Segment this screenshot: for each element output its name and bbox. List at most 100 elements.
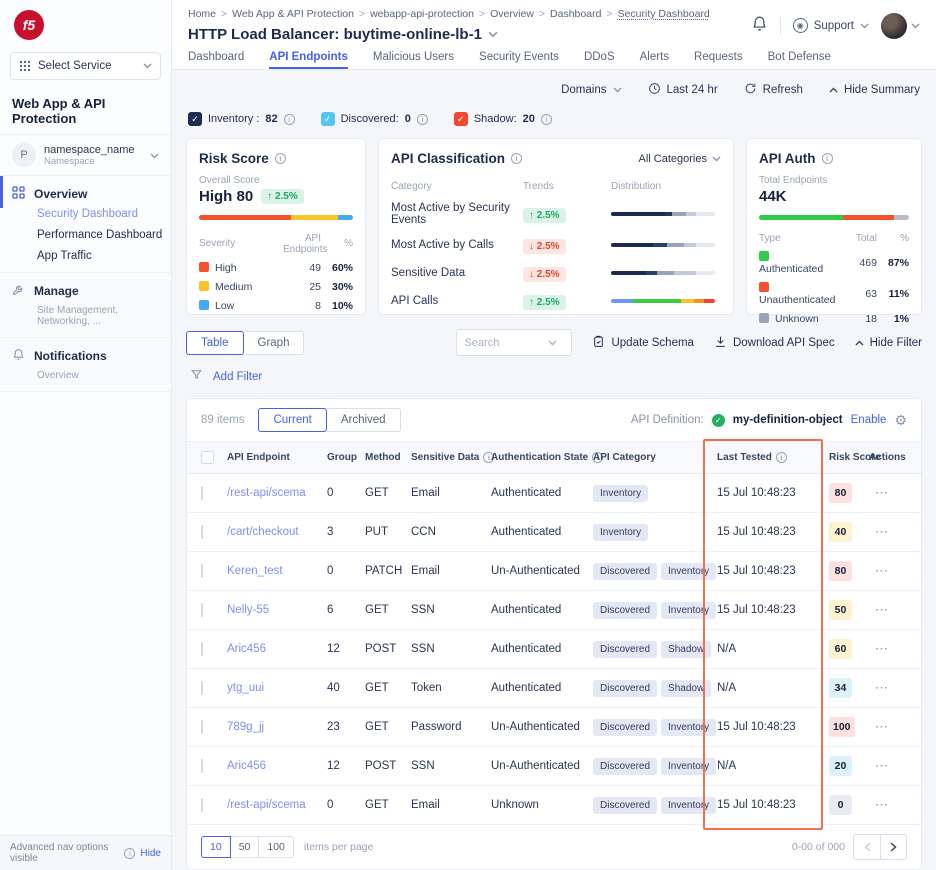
row-actions-button[interactable]: ⋯ [869,680,895,696]
row-actions-button[interactable]: ⋯ [869,563,895,579]
tab-ddos[interactable]: DDoS [584,49,615,69]
row-actions-button[interactable]: ⋯ [869,485,895,501]
endpoint-link[interactable]: ytg_uui [227,682,327,694]
row-checkbox[interactable] [201,564,203,578]
risk-score-badge: 60 [829,639,852,659]
select-service-dropdown[interactable]: Select Service [10,52,161,80]
breadcrumb-item[interactable]: Web App & API Protection [232,8,354,20]
row-actions-button[interactable]: ⋯ [869,797,895,813]
endpoint-link[interactable]: Aric456 [227,760,327,772]
info-icon[interactable]: i [275,153,286,164]
gear-icon[interactable]: ⚙ [894,413,907,427]
table-row: Aric45612POSTSSNUn-AuthenticatedDiscover… [187,747,921,786]
endpoint-link[interactable]: /rest-api/scema [227,487,327,499]
page-size-50[interactable]: 50 [231,836,260,858]
row-checkbox[interactable] [201,486,203,500]
tab-malicious-users[interactable]: Malicious Users [373,49,454,69]
sidebar-item-manage[interactable]: Manage [0,273,171,305]
endpoint-link[interactable]: Nelly-55 [227,604,327,616]
prev-page-button[interactable] [854,835,880,859]
breadcrumb-item[interactable]: Dashboard [550,8,601,20]
page-size-switcher: 1050100 [201,836,294,858]
download-api-spec-button[interactable]: Download API Spec [714,335,835,351]
update-schema-button[interactable]: Update Schema [592,335,693,351]
tab-archived[interactable]: Archived [327,408,401,432]
info-icon[interactable]: i [822,153,833,164]
info-icon[interactable]: i [511,153,522,164]
support-menu[interactable]: ◉ Support [793,18,869,33]
overall-score-value: High 80 [199,188,253,205]
sidebar-item-app-traffic[interactable]: App Traffic [37,250,171,262]
row-actions-button[interactable]: ⋯ [869,758,895,774]
hide-summary-toggle[interactable]: Hide Summary [829,84,920,96]
hide-filter-toggle[interactable]: Hide Filter [855,337,922,349]
auth-state-cell: Authenticated [491,604,593,616]
page-size-10[interactable]: 10 [201,836,231,858]
category-badge: Discovered [593,602,657,619]
namespace-selector[interactable]: P namespace_name Namespace [0,134,171,176]
bell-icon [12,348,25,364]
row-checkbox[interactable] [201,603,203,617]
column-header-label: Sensitive Data [411,452,479,463]
filter-count: 82 [265,113,277,125]
row-actions-button[interactable]: ⋯ [869,524,895,540]
endpoint-link[interactable]: 789g_jj [227,721,327,733]
chevron-down-icon[interactable] [548,340,557,346]
tab-security-events[interactable]: Security Events [479,49,559,69]
method-cell: POST [365,760,411,772]
info-icon[interactable]: i [776,452,787,463]
endpoint-link[interactable]: /cart/checkout [227,526,327,538]
bar-segment [696,212,715,216]
tab-bot-defense[interactable]: Bot Defense [768,49,831,69]
row-checkbox[interactable] [201,720,203,734]
page-size-100[interactable]: 100 [259,836,294,858]
tab-dashboard[interactable]: Dashboard [188,49,244,69]
breadcrumb-item[interactable]: Home [188,8,216,20]
search-input-wrap [456,329,572,356]
tab-api-endpoints[interactable]: API Endpoints [269,49,348,69]
time-range-selector[interactable]: Last 24 hr [648,82,718,98]
row-actions-button[interactable]: ⋯ [869,719,895,735]
search-input[interactable] [464,337,544,349]
risk-score-badge: 34 [829,678,852,698]
next-page-button[interactable] [880,835,906,859]
filter-checkbox-inventory[interactable]: ✓Inventory :82i [188,112,295,126]
row-checkbox[interactable] [201,681,203,695]
endpoint-link[interactable]: Keren_test [227,565,327,577]
hide-nav-link[interactable]: Hide [140,848,161,859]
last-tested-cell: 15 Jul 10:48:23 [717,604,829,616]
add-filter-button[interactable]: Add Filter [213,371,262,383]
endpoint-link[interactable]: /rest-api/scema [227,799,327,811]
tab-requests[interactable]: Requests [694,49,743,69]
breadcrumb-item[interactable]: Overview [490,8,534,20]
notifications-bell-icon[interactable] [751,15,768,37]
sidebar-item-overview[interactable]: Overview [0,176,171,208]
user-menu[interactable] [881,13,920,39]
sidebar-item-performance-dashboard[interactable]: Performance Dashboard [37,229,171,241]
select-all-checkbox[interactable] [201,451,214,464]
row-actions-button[interactable]: ⋯ [869,641,895,657]
all-categories-dropdown[interactable]: All Categories [639,153,721,165]
endpoint-link[interactable]: Aric456 [227,643,327,655]
breadcrumb-separator: > [606,8,612,20]
chevron-down-icon[interactable] [488,25,498,43]
domains-dropdown[interactable]: Domains [561,84,621,96]
row-checkbox[interactable] [201,798,203,812]
table-view-button[interactable]: Table [186,331,244,355]
breadcrumb-item[interactable]: Security Dashboard [618,8,710,20]
filter-count: 0 [405,113,411,125]
sidebar-item-notifications[interactable]: Notifications [0,338,171,370]
row-checkbox[interactable] [201,525,203,539]
breadcrumb-item[interactable]: webapp-api-protection [370,8,474,20]
tab-current[interactable]: Current [258,408,326,432]
row-checkbox[interactable] [201,759,203,773]
sidebar-item-security-dashboard[interactable]: Security Dashboard [37,208,171,220]
row-actions-button[interactable]: ⋯ [869,602,895,618]
refresh-button[interactable]: Refresh [744,82,803,98]
tab-alerts[interactable]: Alerts [640,49,669,69]
enable-button[interactable]: Enable [851,414,887,426]
filter-checkbox-shadow[interactable]: ✓Shadow:20i [454,112,552,126]
row-checkbox[interactable] [201,642,203,656]
filter-checkbox-discovered[interactable]: ✓Discovered:0i [321,112,428,126]
graph-view-button[interactable]: Graph [244,331,305,355]
